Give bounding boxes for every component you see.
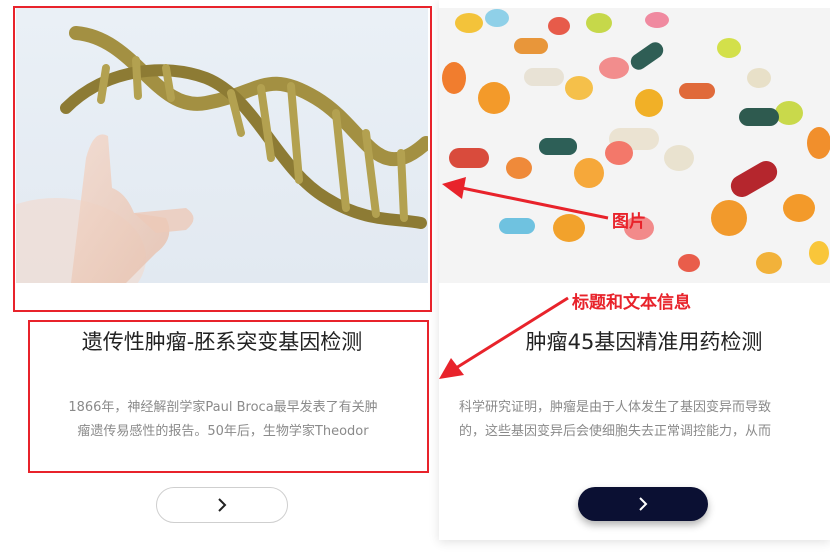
annotation-arrows: [439, 177, 609, 379]
image-arrowhead: [442, 177, 466, 199]
text-annotation-label: 标题和文本信息: [572, 293, 691, 313]
image-annotation-label: 图片: [612, 212, 646, 232]
text-arrow: [455, 296, 569, 370]
image-arrow: [461, 186, 609, 220]
text-arrowhead: [439, 358, 464, 379]
